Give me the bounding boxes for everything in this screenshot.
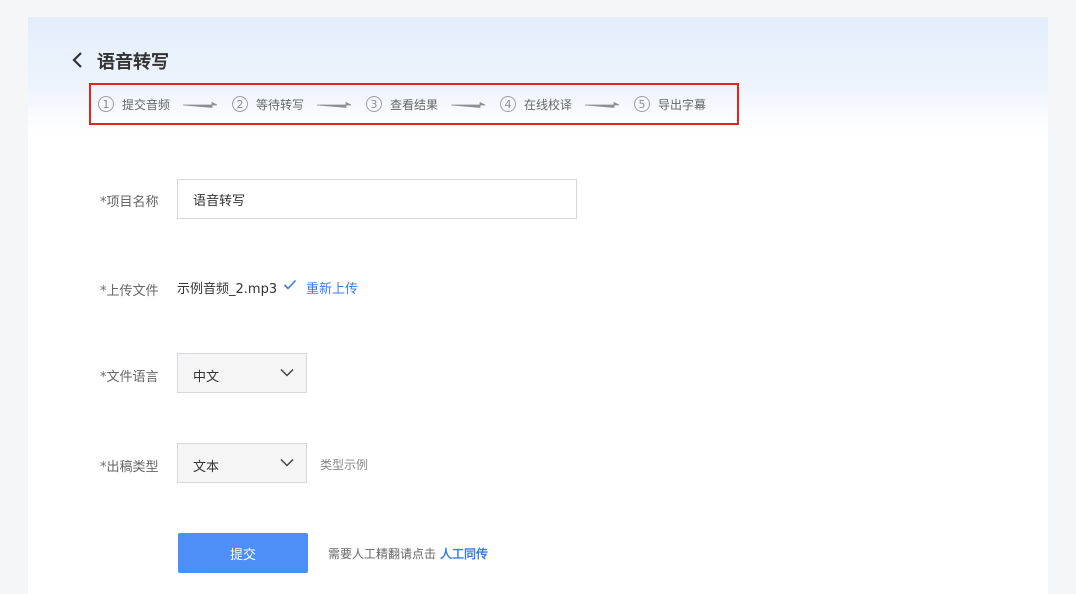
chevron-down-icon [280,368,294,377]
arrow-right-icon [585,102,620,108]
step-2: 2 等待转写 [232,93,304,115]
arrow-right-icon [183,102,218,108]
check-icon [283,279,297,290]
output-type-value: 文本 [193,460,220,475]
uploaded-file-name: 示例音频_2.mp3 [177,282,278,297]
step-number: 1 [98,96,114,112]
output-type-label: *出稿类型 [100,460,159,475]
human-interpretation-link[interactable]: 人工同传 [440,545,488,562]
step-number: 3 [366,96,382,112]
step-1: 1 提交音频 [98,93,170,115]
upload-file-label: *上传文件 [100,284,159,299]
step-label: 导出字幕 [658,97,707,112]
step-3: 3 查看结果 [366,93,438,115]
output-type-select[interactable]: 文本 [177,443,307,483]
file-language-label: *文件语言 [100,370,159,385]
step-label: 等待转写 [256,97,305,112]
file-language-select[interactable]: 中文 [177,353,307,393]
page-title: 语音转写 [97,52,169,73]
steps-indicator: 1 提交音频 2 等待转写 3 查看结果 4 在线校译 5 导出字幕 [89,83,739,125]
chevron-down-icon [280,458,294,467]
main-card: 语音转写 1 提交音频 2 等待转写 3 查看结果 4 在线校译 5 导出字幕 … [28,17,1048,594]
step-label: 在线校译 [524,97,573,112]
file-language-value: 中文 [193,370,220,385]
arrow-right-icon [451,102,486,108]
type-example-link[interactable]: 类型示例 [320,456,368,473]
step-label: 查看结果 [390,97,439,112]
back-icon[interactable] [68,50,86,70]
arrow-right-icon [317,102,352,108]
step-5: 5 导出字幕 [634,93,706,115]
reupload-link[interactable]: 重新上传 [306,278,358,297]
project-name-label: *项目名称 [100,195,159,210]
human-translation-hint: 需要人工精翻请点击 [328,547,437,561]
step-number: 2 [232,96,248,112]
step-number: 4 [500,96,516,112]
step-label: 提交音频 [122,97,171,112]
step-number: 5 [634,96,650,112]
step-4: 4 在线校译 [500,93,572,115]
submit-button[interactable]: 提交 [178,533,308,573]
project-name-input[interactable] [177,179,577,219]
